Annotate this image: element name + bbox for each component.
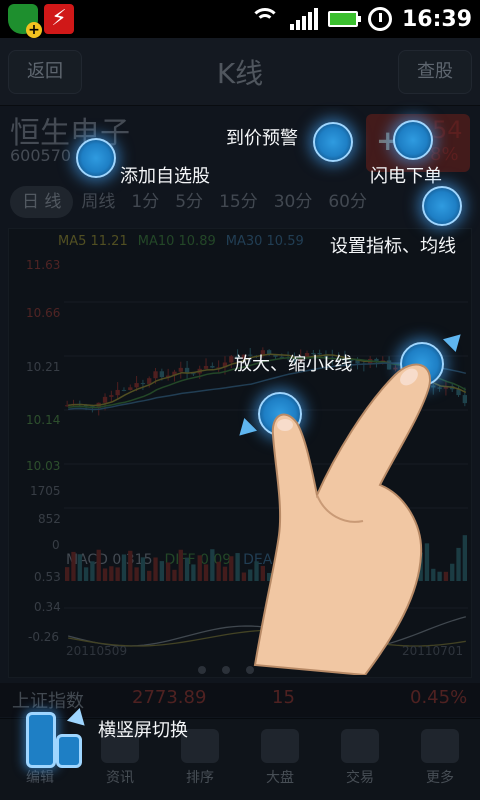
set-indicators-hint: 设置指标、均线 (330, 236, 456, 257)
add-watchlist-hint: 添加自选股 (120, 166, 210, 187)
clock-time: 16:39 (401, 6, 472, 32)
price-alert-hint: 到价预警 (226, 128, 298, 149)
alarm-icon (367, 7, 392, 31)
signal-icon (289, 8, 318, 30)
rotate-hint: 横竖屏切换 (98, 720, 188, 741)
security-app-icon (8, 4, 42, 38)
price-alert-hotspot[interactable] (313, 122, 353, 162)
status-icons: 16:39 (249, 6, 472, 32)
set-indicators-hotspot[interactable] (422, 186, 462, 226)
flash-order-hint: 闪电下单 (370, 166, 442, 187)
hand-gesture-illustration (253, 363, 431, 675)
stock-app-icon: ⚡ (44, 4, 74, 34)
wifi-icon (249, 8, 280, 30)
status-bar: ⚡ 16:39 (0, 0, 480, 38)
battery-icon (327, 11, 361, 27)
flash-order-hotspot[interactable] (393, 120, 433, 160)
add-watchlist-hotspot[interactable] (76, 138, 116, 178)
